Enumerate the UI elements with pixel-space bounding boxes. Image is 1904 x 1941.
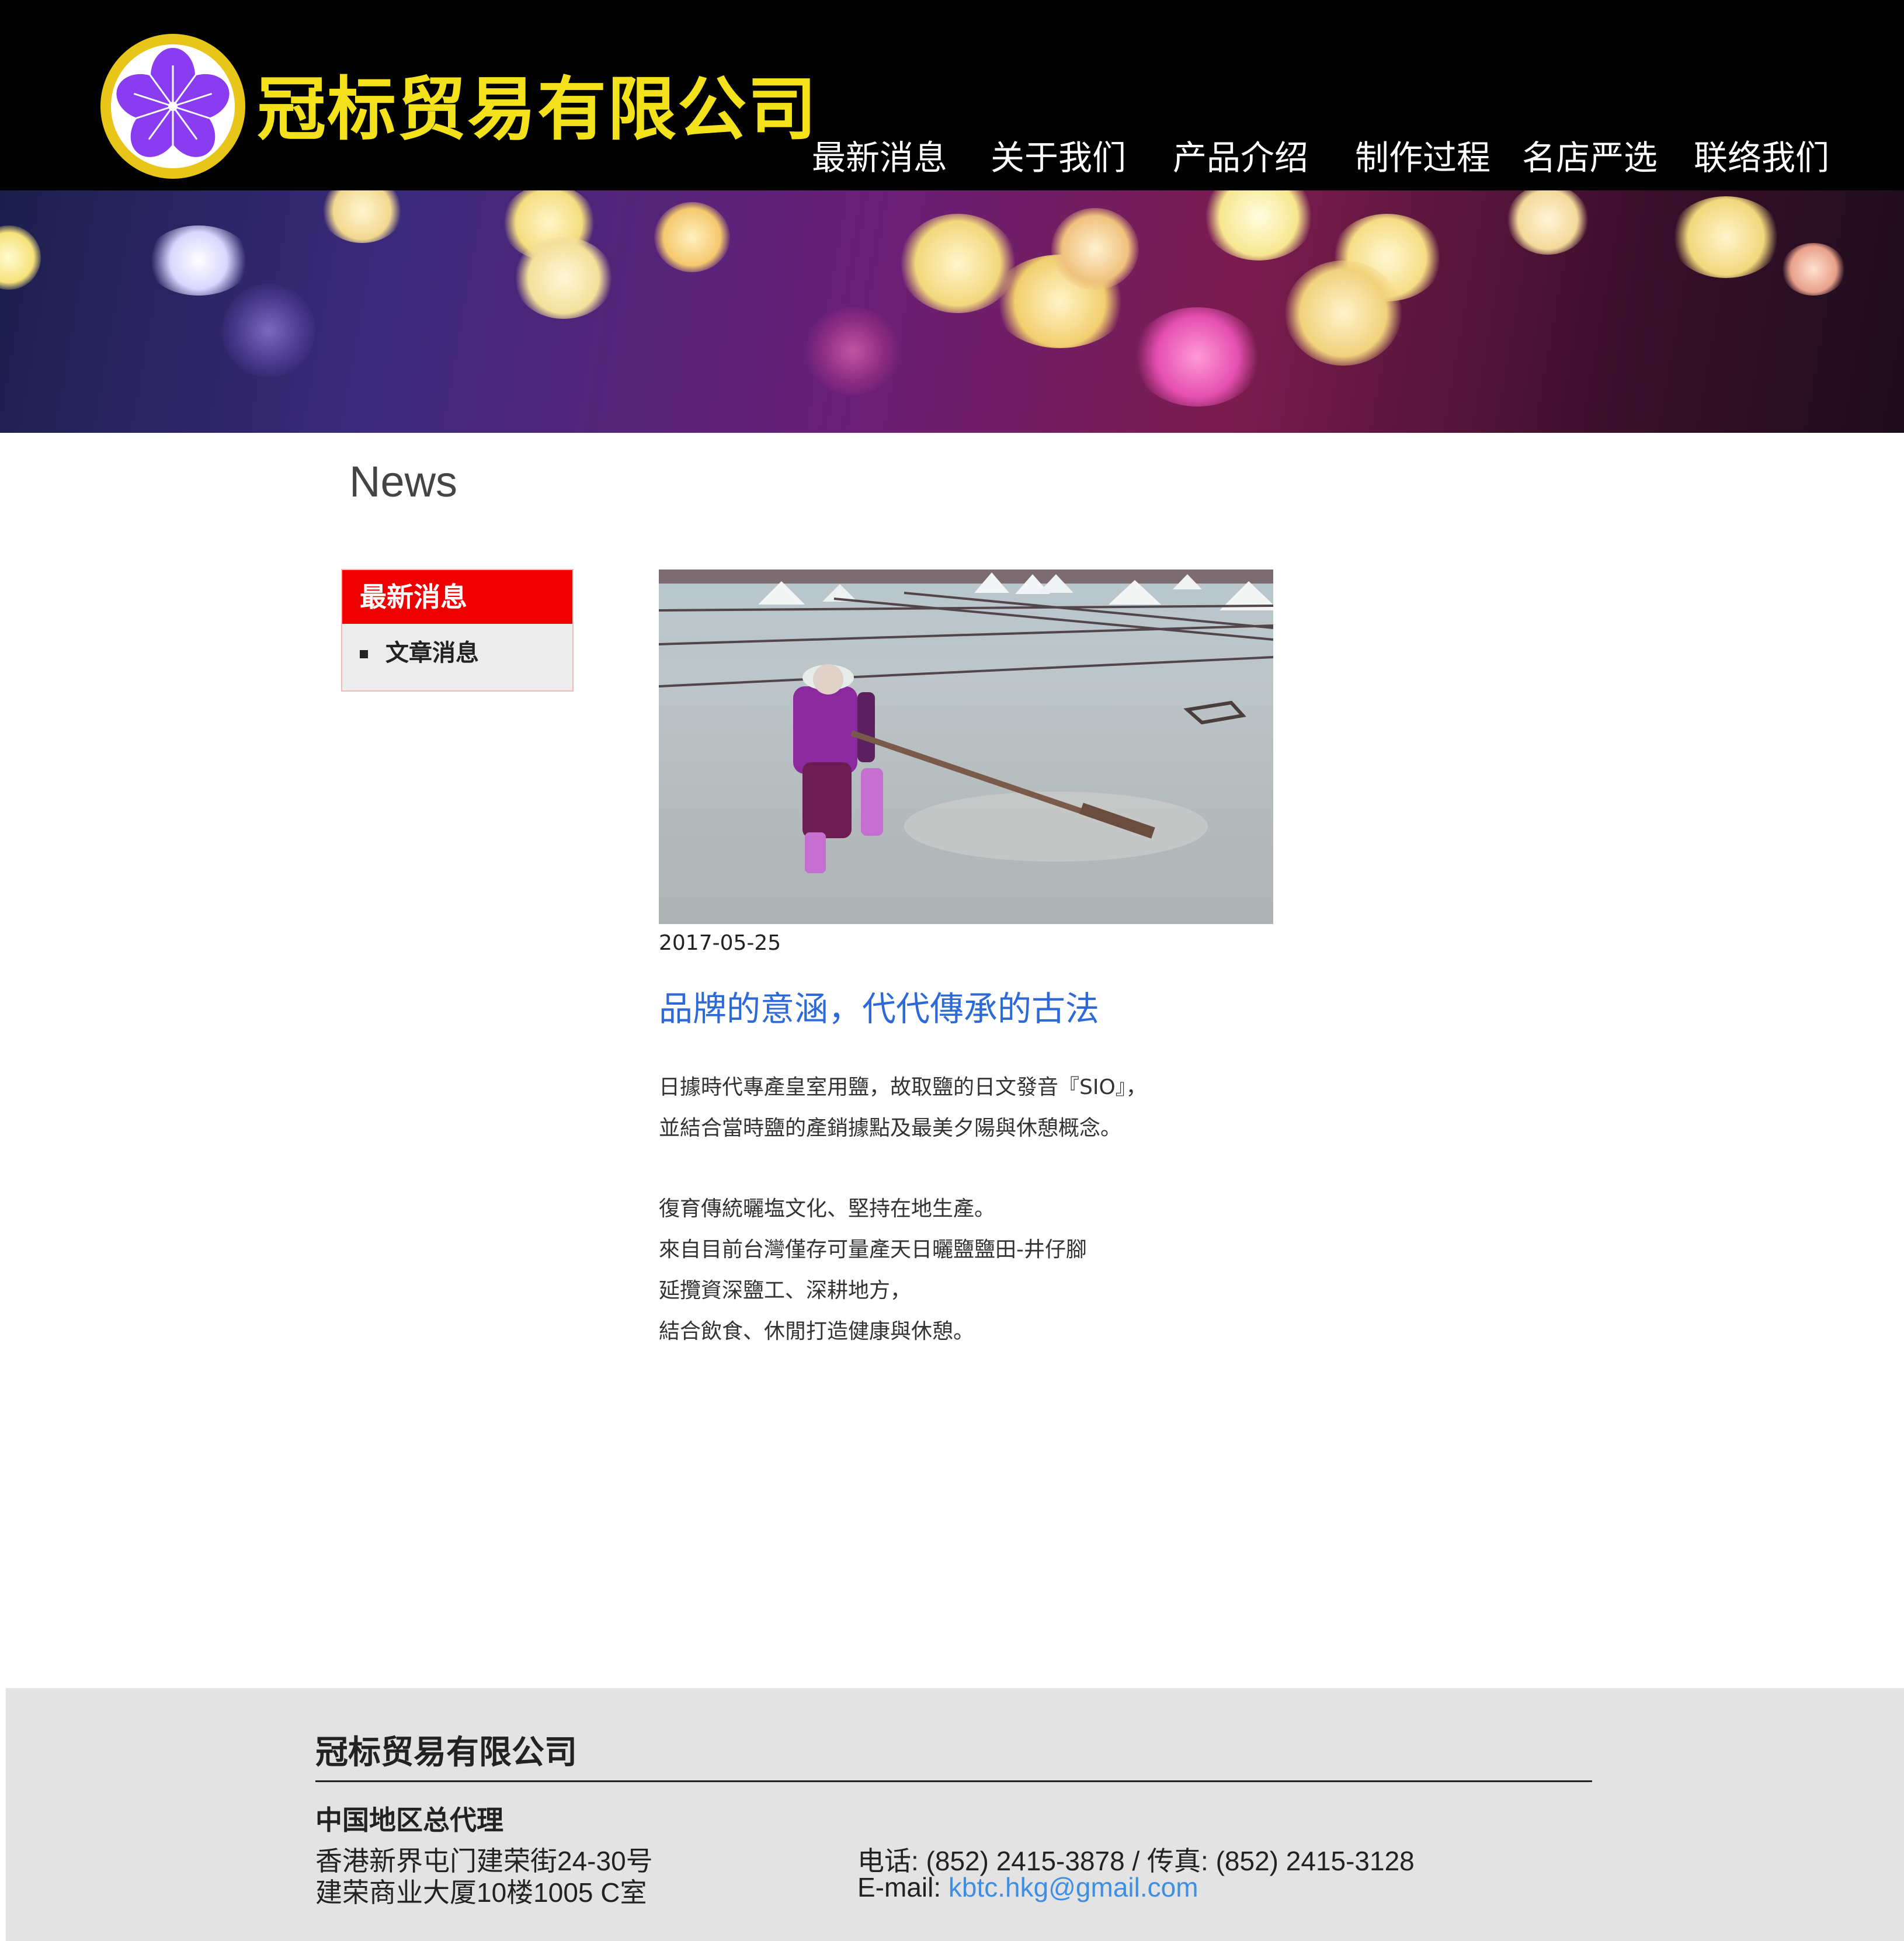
sidebar-menu: 最新消息 文章消息 — [341, 569, 574, 692]
nav-item-selection[interactable]: 名店严选 — [1522, 134, 1658, 181]
nav-item-contact[interactable]: 联络我们 — [1694, 134, 1829, 181]
footer-address-line2: 建荣商业大厦10楼1005 C室 — [315, 1877, 647, 1908]
site-header: 冠标贸易有限公司 最新消息 关于我们 产品介绍 制作过程 名店严选 联络我们 — [0, 0, 1904, 190]
sidebar-item-label: 文章消息 — [385, 640, 479, 666]
nav-item-news[interactable]: 最新消息 — [812, 134, 947, 181]
article-paragraph: 結合飲食、休閒打造健康與休憩。 — [659, 1320, 975, 1343]
salt-field-photo — [659, 570, 1273, 924]
article-image[interactable] — [659, 570, 1273, 924]
bullet-icon — [360, 650, 368, 658]
footer-email-row: E-mail: kbtc.hkg@gmail.com — [857, 1871, 1198, 1903]
article-paragraph: 來自目前台灣僅存可量產天日曬鹽鹽田-井仔腳 — [659, 1238, 1087, 1262]
nav-item-process[interactable]: 制作过程 — [1355, 134, 1490, 181]
footer-email-link[interactable]: kbtc.hkg@gmail.com — [948, 1872, 1198, 1902]
nav-item-products[interactable]: 产品介绍 — [1173, 134, 1308, 181]
footer-company-name: 冠标贸易有限公司 — [315, 1734, 577, 1772]
site-footer: 冠标贸易有限公司 中国地区总代理 香港新界屯门建荣街24-30号 建荣商业大厦1… — [6, 1688, 1904, 1941]
hero-banner — [0, 190, 1904, 433]
article-paragraph: 日據時代專產皇室用鹽，故取鹽的日文發音『SIO』， — [659, 1075, 1147, 1099]
article-paragraph: 延攬資深鹽工、深耕地方， — [659, 1279, 912, 1303]
article-paragraph: 復育傳統曬塩文化、堅持在地生產。 — [659, 1197, 996, 1221]
footer-email-label: E-mail: — [857, 1872, 948, 1902]
nav-item-about[interactable]: 关于我们 — [991, 134, 1126, 181]
footer-subtitle: 中国地区总代理 — [315, 1804, 503, 1836]
article-title-link[interactable]: 品牌的意涵，代代傳承的古法 — [659, 981, 1099, 1030]
sidebar-title[interactable]: 最新消息 — [342, 570, 572, 624]
article-date: 2017-05-25 — [659, 931, 781, 955]
page-title: News — [349, 457, 458, 506]
article-paragraph: 並結合當時鹽的產銷據點及最美夕陽與休憩概念。 — [659, 1116, 1122, 1140]
footer-divider — [315, 1780, 1592, 1782]
main-nav: 最新消息 关于我们 产品介绍 制作过程 名店严选 联络我们 — [0, 134, 1904, 181]
sidebar-item-articles[interactable]: 文章消息 — [342, 624, 572, 688]
